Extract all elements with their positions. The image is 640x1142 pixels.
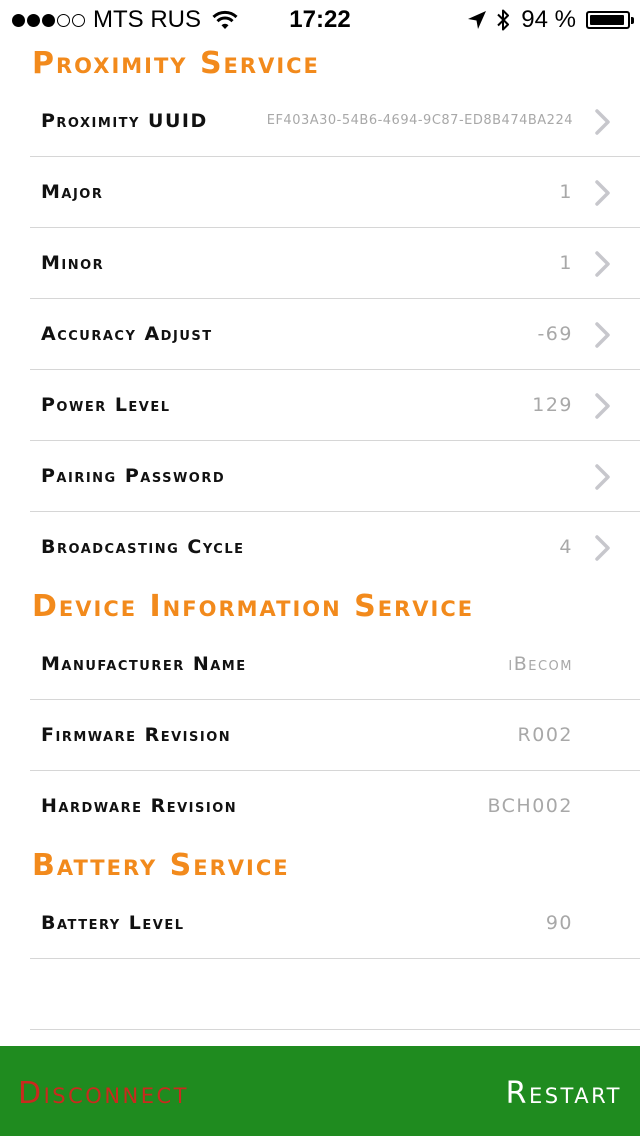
chevron-right-icon bbox=[595, 322, 610, 348]
row-accuracy-adjust[interactable]: Accuracy Adjust -69 bbox=[30, 299, 640, 370]
row-major[interactable]: Major 1 bbox=[30, 157, 640, 228]
chevron-right-icon bbox=[595, 393, 610, 419]
row-label: Broadcasting Cycle bbox=[41, 536, 245, 558]
row-value: 1 bbox=[559, 181, 573, 203]
bluetooth-icon bbox=[497, 9, 510, 31]
row-value: -69 bbox=[537, 323, 573, 345]
row-label: Accuracy Adjust bbox=[41, 323, 213, 345]
row-power-level[interactable]: Power Level 129 bbox=[30, 370, 640, 441]
row-battery-level: Battery Level 90 bbox=[30, 888, 640, 959]
row-value: 1 bbox=[559, 252, 573, 274]
battery-nub bbox=[631, 17, 634, 24]
row-label: Battery Level bbox=[41, 912, 185, 934]
battery-percent: 94 % bbox=[521, 6, 576, 33]
chevron-right-icon bbox=[595, 535, 610, 561]
row-firmware-revision: Firmware Revision R002 bbox=[30, 700, 640, 771]
chevron-right-icon bbox=[595, 464, 610, 490]
row-label: Hardware Revision bbox=[41, 795, 238, 817]
chevron-right-icon bbox=[595, 180, 610, 206]
row-value: R002 bbox=[517, 724, 573, 746]
chevron-right-icon bbox=[595, 251, 610, 277]
row-broadcasting-cycle[interactable]: Broadcasting Cycle 4 bbox=[30, 512, 640, 583]
row-label: Major bbox=[41, 181, 104, 203]
row-minor[interactable]: Minor 1 bbox=[30, 228, 640, 299]
row-hardware-revision: Hardware Revision BCH002 bbox=[30, 771, 640, 842]
row-value: BCH002 bbox=[487, 795, 573, 817]
row-manufacturer-name: Manufacturer Name iBecom bbox=[30, 629, 640, 700]
row-value: 90 bbox=[545, 912, 573, 934]
row-pairing-password[interactable]: Pairing Password bbox=[30, 441, 640, 512]
row-value: EF403A30-54B6-4694-9C87-ED8B474BA224 bbox=[266, 113, 573, 128]
row-label: Power Level bbox=[41, 394, 171, 416]
chevron-right-icon bbox=[595, 109, 610, 135]
battery-icon bbox=[586, 11, 634, 29]
disconnect-button[interactable]: Disconnect bbox=[18, 1046, 189, 1136]
row-value: iBecom bbox=[508, 653, 573, 675]
status-right: 94 % bbox=[467, 6, 634, 34]
battery-fill bbox=[590, 15, 624, 25]
row-label: Manufacturer Name bbox=[41, 653, 247, 675]
status-bar: MTS RUS 17:22 94 % bbox=[0, 0, 640, 40]
row-value: 129 bbox=[532, 394, 573, 416]
restart-button[interactable]: Restart bbox=[506, 1046, 622, 1136]
section-header-device-info: Device Information Service bbox=[32, 589, 475, 624]
empty-row bbox=[30, 959, 640, 1030]
row-proximity-uuid[interactable]: Proximity UUID EF403A30-54B6-4694-9C87-E… bbox=[30, 86, 640, 157]
section-header-proximity: Proximity Service bbox=[32, 46, 320, 81]
row-label: Pairing Password bbox=[41, 465, 226, 487]
row-label: Firmware Revision bbox=[41, 724, 232, 746]
settings-list: Proximity Service Proximity UUID EF403A3… bbox=[0, 40, 640, 1030]
row-label: Minor bbox=[41, 252, 105, 274]
location-arrow-icon bbox=[468, 11, 487, 29]
row-value: 4 bbox=[559, 536, 573, 558]
section-header-battery: Battery Service bbox=[32, 848, 290, 883]
bottom-action-bar: Disconnect Restart bbox=[0, 1046, 640, 1136]
row-label: Proximity UUID bbox=[41, 110, 208, 132]
